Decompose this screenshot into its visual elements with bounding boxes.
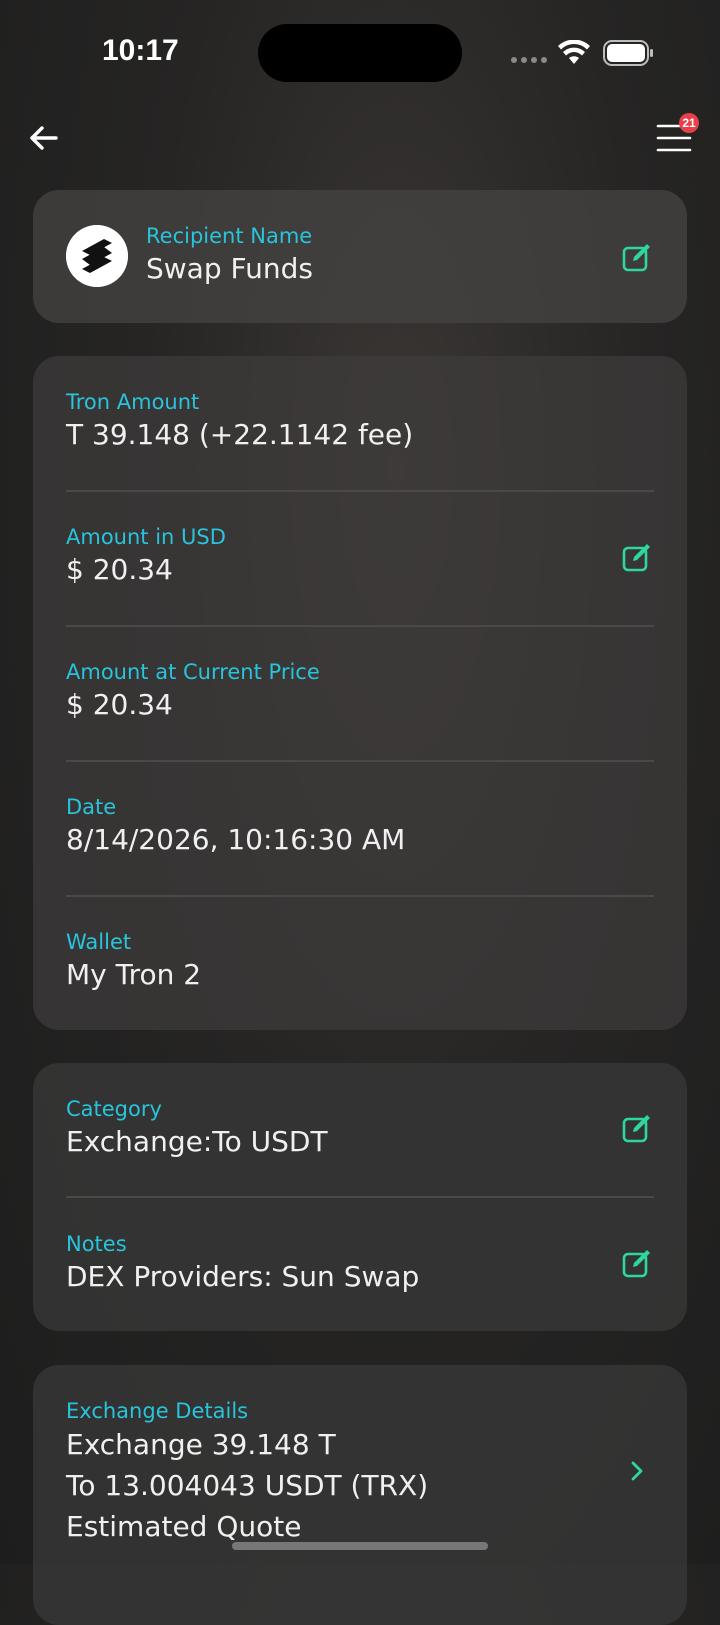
amount-usd-label: Amount in USD xyxy=(66,525,226,549)
category-label: Category xyxy=(66,1097,162,1121)
divider xyxy=(66,760,654,762)
chevron-right-icon[interactable] xyxy=(625,1459,649,1483)
amount-current-price-row: Amount at Current Price $ 20.34 xyxy=(66,660,654,721)
recipient-name-value: Swap Funds xyxy=(146,252,313,285)
tron-amount-label: Tron Amount xyxy=(66,390,200,414)
category-notes-card: Category Exchange:To USDT Notes DEX Prov… xyxy=(33,1063,687,1331)
swap-logo-icon xyxy=(66,225,128,287)
wallet-row: Wallet My Tron 2 xyxy=(66,930,654,991)
divider xyxy=(66,490,654,492)
cellular-signal-icon xyxy=(511,57,547,63)
category-value: Exchange:To USDT xyxy=(66,1125,328,1158)
exchange-line-2: To 13.004043 USDT (TRX) xyxy=(66,1469,429,1502)
amount-current-price-value: $ 20.34 xyxy=(66,688,173,721)
wallet-label: Wallet xyxy=(66,930,132,954)
tron-amount-value: T 39.148 (+22.1142 fee) xyxy=(66,418,414,451)
date-label: Date xyxy=(66,795,117,819)
amount-usd-row[interactable]: Amount in USD $ 20.34 xyxy=(66,525,654,586)
transaction-details-card: Tron Amount T 39.148 (+22.1142 fee) Amou… xyxy=(33,356,687,1030)
exchange-details-card[interactable]: Exchange Details Exchange 39.148 T To 13… xyxy=(33,1365,687,1625)
edit-notes-icon[interactable] xyxy=(621,1246,655,1280)
wallet-value: My Tron 2 xyxy=(66,958,202,991)
exchange-line-3: Estimated Quote xyxy=(66,1510,302,1543)
dynamic-island xyxy=(258,24,462,82)
back-arrow-icon[interactable] xyxy=(26,120,62,156)
exchange-line-1: Exchange 39.148 T xyxy=(66,1428,336,1461)
home-indicator xyxy=(232,1542,488,1550)
amount-usd-value: $ 20.34 xyxy=(66,553,173,586)
notification-badge: 21 xyxy=(679,113,699,133)
divider xyxy=(66,625,654,627)
recipient-name-label: Recipient Name xyxy=(146,224,313,248)
tron-amount-row: Tron Amount T 39.148 (+22.1142 fee) xyxy=(66,390,654,451)
status-time: 10:17 xyxy=(102,34,179,67)
exchange-details-label: Exchange Details xyxy=(66,1399,249,1423)
amount-current-price-label: Amount at Current Price xyxy=(66,660,320,684)
status-bar: 10:17 xyxy=(0,0,720,100)
notes-value: DEX Providers: Sun Swap xyxy=(66,1260,420,1293)
recipient-card[interactable]: Recipient Name Swap Funds xyxy=(33,190,687,323)
battery-icon xyxy=(603,40,653,66)
divider xyxy=(66,1196,654,1198)
category-row[interactable]: Category Exchange:To USDT xyxy=(66,1097,654,1158)
notes-row[interactable]: Notes DEX Providers: Sun Swap xyxy=(66,1232,654,1293)
exchange-details-row[interactable]: Exchange Details Exchange 39.148 T To 13… xyxy=(66,1399,654,1546)
edit-amount-usd-icon[interactable] xyxy=(621,540,655,574)
edit-recipient-icon[interactable] xyxy=(621,240,655,274)
edit-category-icon[interactable] xyxy=(621,1111,655,1145)
date-row: Date 8/14/2026, 10:16:30 AM xyxy=(66,795,654,856)
date-value: 8/14/2026, 10:16:30 AM xyxy=(66,823,406,856)
notes-label: Notes xyxy=(66,1232,127,1256)
wifi-icon xyxy=(558,40,590,64)
divider xyxy=(66,895,654,897)
